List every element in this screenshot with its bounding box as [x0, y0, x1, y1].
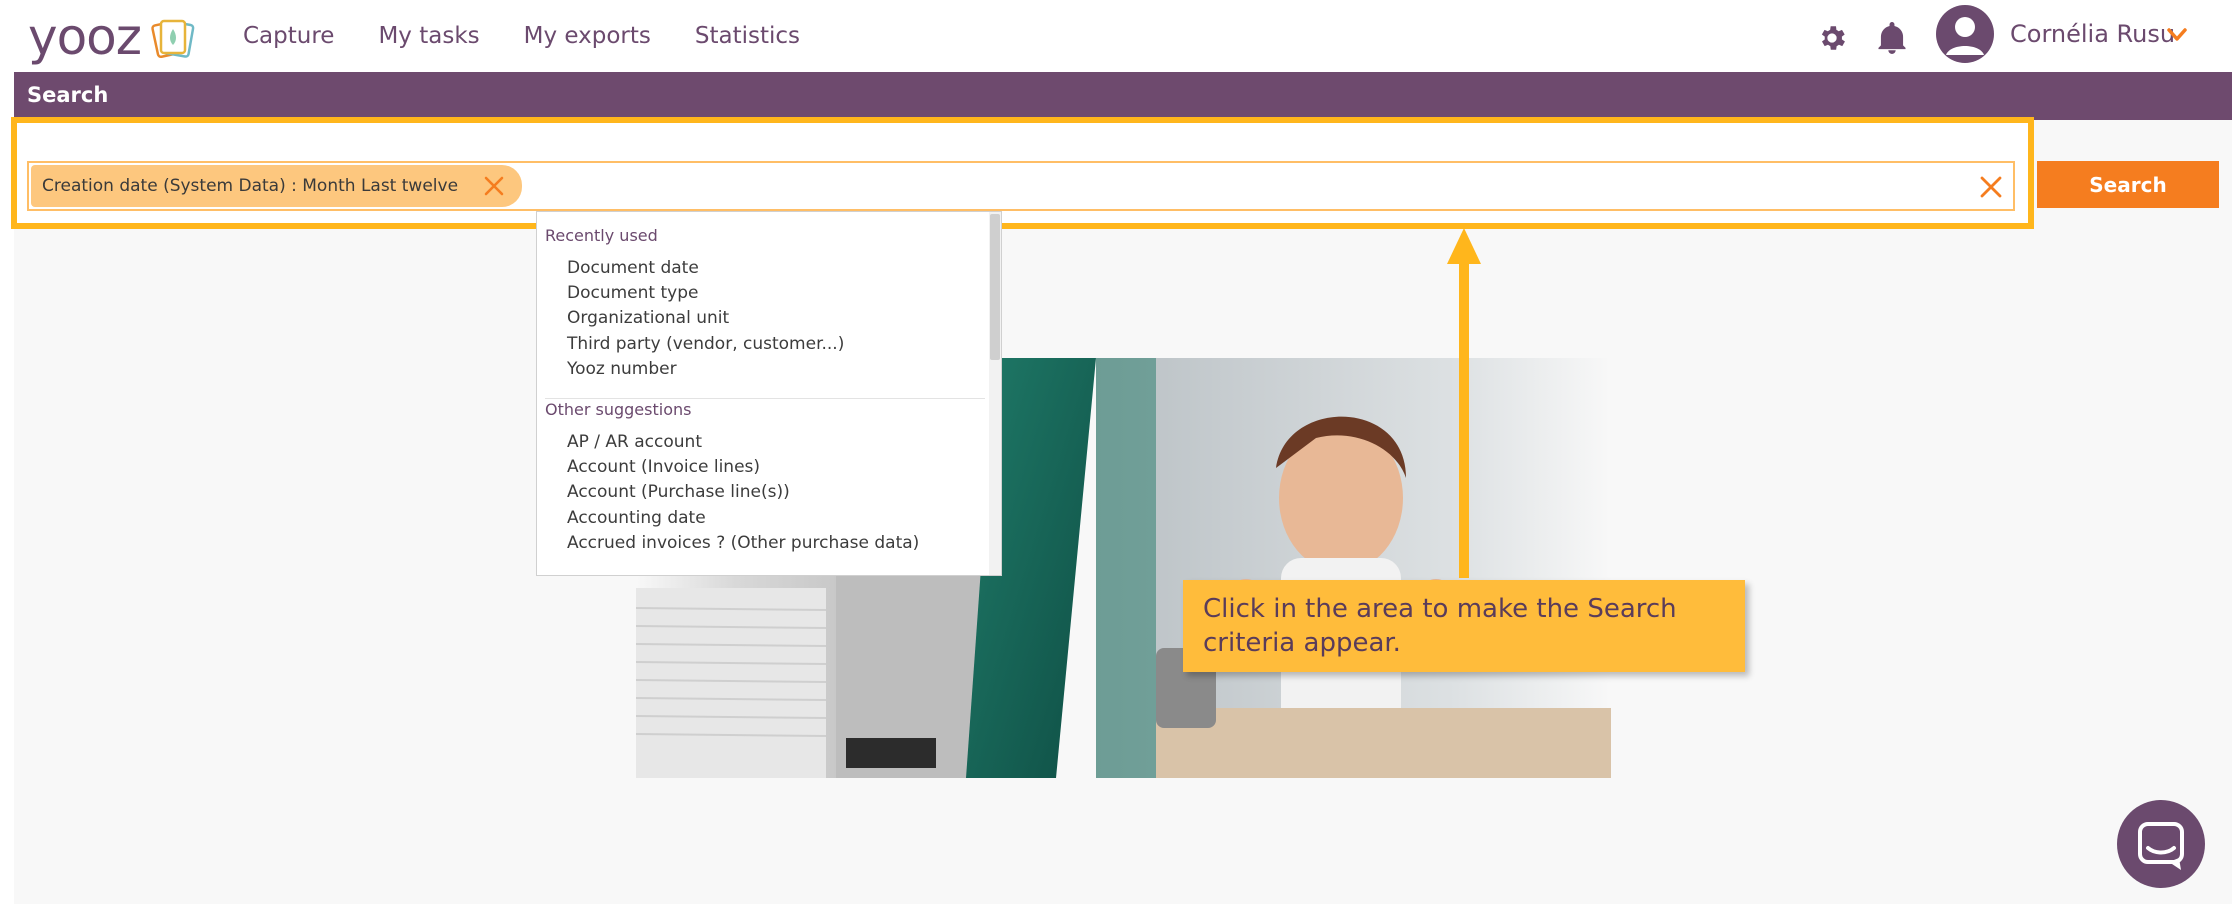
logo-cards-icon	[151, 19, 195, 59]
main-menu: Capture My tasks My exports Statistics	[243, 0, 800, 72]
dropdown-item[interactable]: Third party (vendor, customer...)	[567, 334, 844, 354]
user-avatar-icon[interactable]	[1936, 5, 1994, 63]
guide-tooltip: Click in the area to make the Search cri…	[1183, 580, 1745, 672]
dropdown-divider	[545, 398, 985, 399]
dropdown-item[interactable]: Account (Invoice lines)	[567, 457, 760, 477]
nav-my-tasks[interactable]: My tasks	[378, 23, 479, 49]
dropdown-item[interactable]: Yooz number	[567, 359, 677, 379]
nav-statistics[interactable]: Statistics	[695, 23, 800, 49]
user-name[interactable]: Cornélia Rusu	[2010, 20, 2175, 48]
nav-capture[interactable]: Capture	[243, 23, 334, 49]
dropdown-item[interactable]: Document type	[567, 283, 698, 303]
tooltip-text: Click in the area to make the Search cri…	[1203, 594, 1677, 658]
logo-text: yooz	[28, 8, 142, 66]
search-header-bar: Search	[14, 72, 2232, 120]
chat-icon[interactable]	[2117, 800, 2205, 888]
yooz-logo[interactable]: yooz	[28, 8, 197, 66]
recently-used-heading: Recently used	[545, 226, 658, 245]
search-button[interactable]: Search	[2037, 161, 2219, 208]
app-window: yooz Capture My tasks My exports Statist…	[0, 0, 2232, 904]
criteria-dropdown: Recently used Document date Document typ…	[536, 211, 1002, 576]
chevron-down-icon[interactable]	[2167, 28, 2187, 42]
other-suggestions-heading: Other suggestions	[545, 400, 692, 419]
dropdown-item[interactable]: Organizational unit	[567, 308, 729, 328]
dropdown-item[interactable]: Accrued invoices ? (Other purchase data)	[567, 533, 919, 553]
bell-icon[interactable]	[1877, 22, 1907, 54]
page-title: Search	[27, 83, 109, 107]
search-criteria-chip[interactable]: Creation date (System Data) : Month Last…	[31, 165, 522, 207]
dropdown-item[interactable]: Document date	[567, 258, 699, 278]
dropdown-scrollbar[interactable]	[989, 212, 1001, 575]
gear-icon[interactable]	[1816, 22, 1848, 54]
dropdown-item[interactable]: Accounting date	[567, 508, 706, 528]
nav-my-exports[interactable]: My exports	[524, 23, 651, 49]
dropdown-item[interactable]: Account (Purchase line(s))	[567, 482, 790, 502]
scrollbar-thumb[interactable]	[990, 214, 1000, 360]
dropdown-item[interactable]: AP / AR account	[567, 432, 702, 452]
clear-search-icon[interactable]	[1979, 175, 2003, 199]
close-icon[interactable]	[483, 175, 505, 197]
search-input[interactable]: Creation date (System Data) : Month Last…	[27, 161, 2015, 211]
top-navigation: yooz Capture My tasks My exports Statist…	[0, 0, 2232, 72]
chip-label: Creation date (System Data) : Month Last…	[42, 176, 459, 196]
arrow-up-icon	[1447, 228, 1481, 578]
